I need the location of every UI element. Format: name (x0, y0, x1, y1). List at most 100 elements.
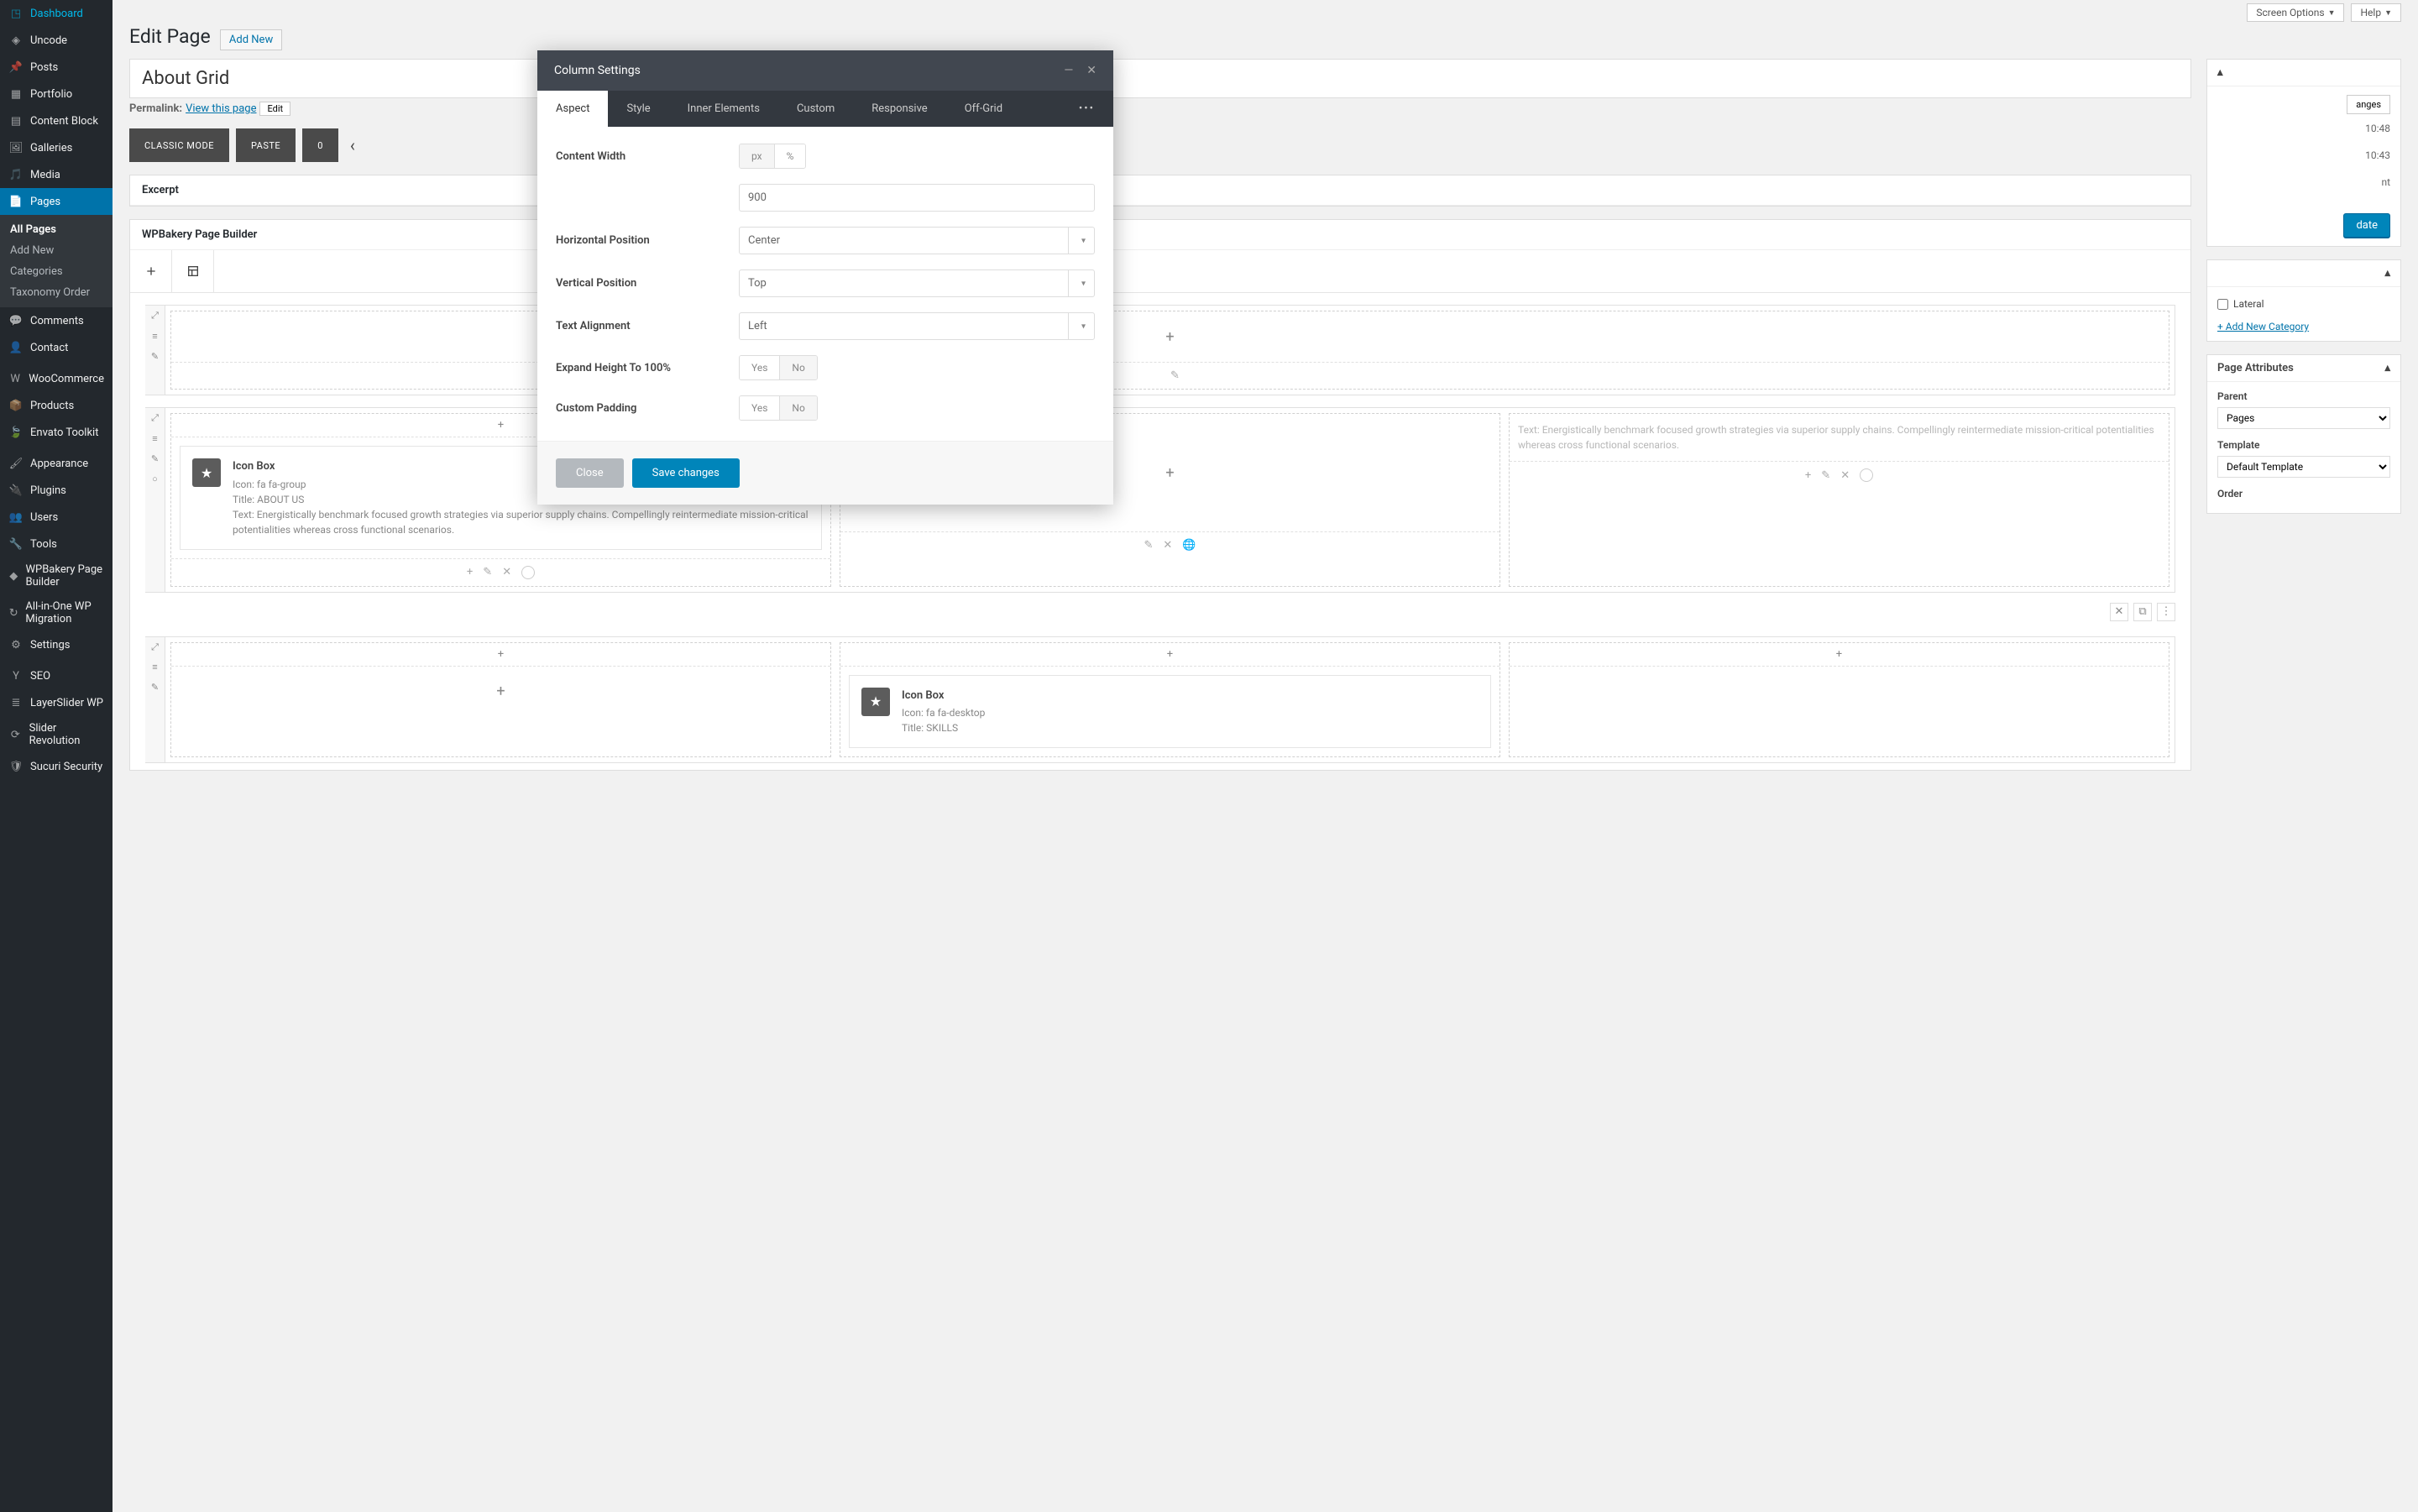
builder-column[interactable]: + + (170, 642, 831, 758)
menu-media[interactable]: 🎵Media (0, 161, 113, 188)
parent-select[interactable]: Pages (2217, 407, 2390, 429)
tab-custom[interactable]: Custom (778, 91, 853, 127)
classic-mode-button[interactable]: CLASSIC MODE (129, 128, 229, 162)
row-expand-button[interactable]: ⤢ (145, 637, 165, 657)
screen-options-button[interactable]: Screen Options ▼ (2247, 3, 2344, 22)
custom-padding-toggle[interactable]: Yes No (739, 395, 818, 421)
content-width-input[interactable] (739, 184, 1095, 212)
close-icon[interactable]: ✕ (1086, 64, 1096, 77)
menu-slider-rev[interactable]: ⟳Slider Revolution (0, 716, 113, 753)
tab-aspect[interactable]: Aspect (537, 91, 608, 127)
metabox-toggle-icon[interactable]: ▴ (2384, 362, 2390, 374)
submenu-taxonomy-order[interactable]: Taxonomy Order (0, 282, 113, 303)
permalink-edit-button[interactable]: Edit (259, 102, 290, 116)
column-edit-icon[interactable]: ✎ (1170, 369, 1180, 382)
builder-column[interactable]: + ✎ (170, 311, 2169, 390)
close-button[interactable]: Close (556, 458, 624, 488)
column-add-icon[interactable]: + (498, 648, 504, 661)
save-changes-button[interactable]: Save changes (632, 458, 740, 488)
update-button[interactable]: date (2343, 213, 2390, 238)
menu-content-block[interactable]: ▤Content Block (0, 107, 113, 134)
history-counter-button[interactable]: 0 (302, 128, 338, 162)
menu-wpbakery[interactable]: ◆WPBakery Page Builder (0, 557, 113, 594)
menu-aio-migration[interactable]: ↻All-in-One WP Migration (0, 594, 113, 631)
add-element-button[interactable] (130, 250, 172, 292)
tab-style[interactable]: Style (608, 91, 668, 127)
help-button[interactable]: Help ▼ (2351, 3, 2401, 22)
menu-settings[interactable]: ⚙Settings (0, 631, 113, 658)
menu-contact[interactable]: 👤Contact (0, 334, 113, 361)
expand-yes-option[interactable]: Yes (740, 356, 779, 379)
col-delete-icon[interactable]: ✕ (1840, 469, 1850, 482)
padding-no-option[interactable]: No (779, 396, 816, 420)
menu-users[interactable]: 👥Users (0, 504, 113, 531)
submenu-categories[interactable]: Categories (0, 261, 113, 282)
permalink-link[interactable]: View this page (186, 102, 256, 115)
col-skin-icon[interactable] (1860, 468, 1873, 482)
col-edit-icon[interactable]: ✎ (483, 566, 492, 578)
templates-button[interactable] (172, 250, 214, 292)
row-delete-button[interactable]: ✕ (2110, 603, 2128, 621)
menu-posts[interactable]: 📌Posts (0, 54, 113, 81)
column-add-icon[interactable]: + (498, 419, 504, 432)
unit-percent-option[interactable]: % (774, 144, 806, 168)
tab-more-icon[interactable]: ••• (1060, 102, 1113, 115)
col-edit-icon[interactable]: ✎ (1144, 539, 1154, 552)
unit-px-option[interactable]: px (740, 144, 774, 168)
metabox-toggle-icon[interactable]: ▴ (2384, 267, 2390, 280)
horizontal-position-select[interactable]: Center▾ (739, 227, 1095, 254)
menu-products[interactable]: 📦Products (0, 392, 113, 419)
tab-inner-elements[interactable]: Inner Elements (669, 91, 778, 127)
menu-dashboard[interactable]: ◳Dashboard (0, 0, 113, 27)
builder-column[interactable]: Text: Energistically benchmark focused g… (1509, 413, 2169, 587)
menu-envato[interactable]: 🍃Envato Toolkit (0, 419, 113, 446)
column-add-element[interactable]: + (171, 667, 830, 717)
add-new-button[interactable]: Add New (220, 29, 282, 50)
minimize-icon[interactable]: — (1064, 64, 1073, 77)
col-globe-icon[interactable]: 🌐 (1182, 539, 1196, 552)
vertical-position-select[interactable]: Top▾ (739, 269, 1095, 297)
row-edit-button[interactable]: ✎ (145, 678, 165, 698)
col-skin-icon[interactable] (521, 566, 535, 579)
column-add-element[interactable]: + (171, 311, 2169, 362)
metabox-toggle-icon[interactable]: ▴ (2217, 66, 2223, 79)
column-add-icon[interactable]: + (1167, 648, 1173, 661)
col-add-icon[interactable]: + (467, 566, 473, 578)
text-alignment-select[interactable]: Left▾ (739, 312, 1095, 340)
menu-uncode[interactable]: ◈Uncode (0, 27, 113, 54)
col-add-icon[interactable]: + (1805, 469, 1811, 482)
menu-galleries[interactable]: 🖼Galleries (0, 134, 113, 161)
row-layout-button[interactable]: ≡ (145, 326, 165, 346)
template-select[interactable]: Default Template (2217, 456, 2390, 478)
menu-pages[interactable]: 📄Pages (0, 188, 113, 215)
builder-column[interactable]: + ★ Icon Box Icon: fa fa-desktop Title: … (840, 642, 1500, 758)
col-edit-icon[interactable]: ✎ (1821, 469, 1830, 482)
row-clone-button[interactable]: ⧉ (2133, 603, 2152, 621)
row-layout-button[interactable]: ≡ (145, 657, 165, 678)
menu-sucuri[interactable]: 🛡Sucuri Security (0, 753, 113, 780)
column-add-icon[interactable]: + (1836, 648, 1842, 661)
col-delete-icon[interactable]: ✕ (1163, 539, 1172, 552)
submenu-all-pages[interactable]: All Pages (0, 219, 113, 240)
menu-appearance[interactable]: 🖌Appearance (0, 450, 113, 477)
add-new-category-link[interactable]: + Add New Category (2217, 321, 2309, 332)
menu-woocommerce[interactable]: WWooCommerce (0, 365, 113, 392)
content-width-units-toggle[interactable]: px % (739, 144, 806, 169)
tab-responsive[interactable]: Responsive (853, 91, 946, 127)
modal-titlebar[interactable]: Column Settings — ✕ (537, 50, 1113, 91)
icon-box-element[interactable]: ★ Icon Box Icon: fa fa-desktop Title: SK… (849, 675, 1491, 749)
row-more-button[interactable]: ⋮ (2157, 603, 2175, 621)
preview-changes-button[interactable]: anges (2347, 95, 2390, 114)
builder-column[interactable]: + (1509, 642, 2169, 758)
expand-no-option[interactable]: No (779, 356, 816, 379)
menu-comments[interactable]: 💬Comments (0, 307, 113, 334)
menu-plugins[interactable]: 🔌Plugins (0, 477, 113, 504)
category-checkbox-lateral[interactable] (2217, 299, 2228, 310)
submenu-add-new[interactable]: Add New (0, 240, 113, 261)
paste-button[interactable]: PASTE (236, 128, 296, 162)
row-layout-button[interactable]: ≡ (145, 428, 165, 448)
row-skin-button[interactable]: ○ (145, 468, 165, 489)
menu-tools[interactable]: 🔧Tools (0, 531, 113, 557)
menu-seo[interactable]: YSEO (0, 662, 113, 689)
row-edit-button[interactable]: ✎ (145, 346, 165, 366)
